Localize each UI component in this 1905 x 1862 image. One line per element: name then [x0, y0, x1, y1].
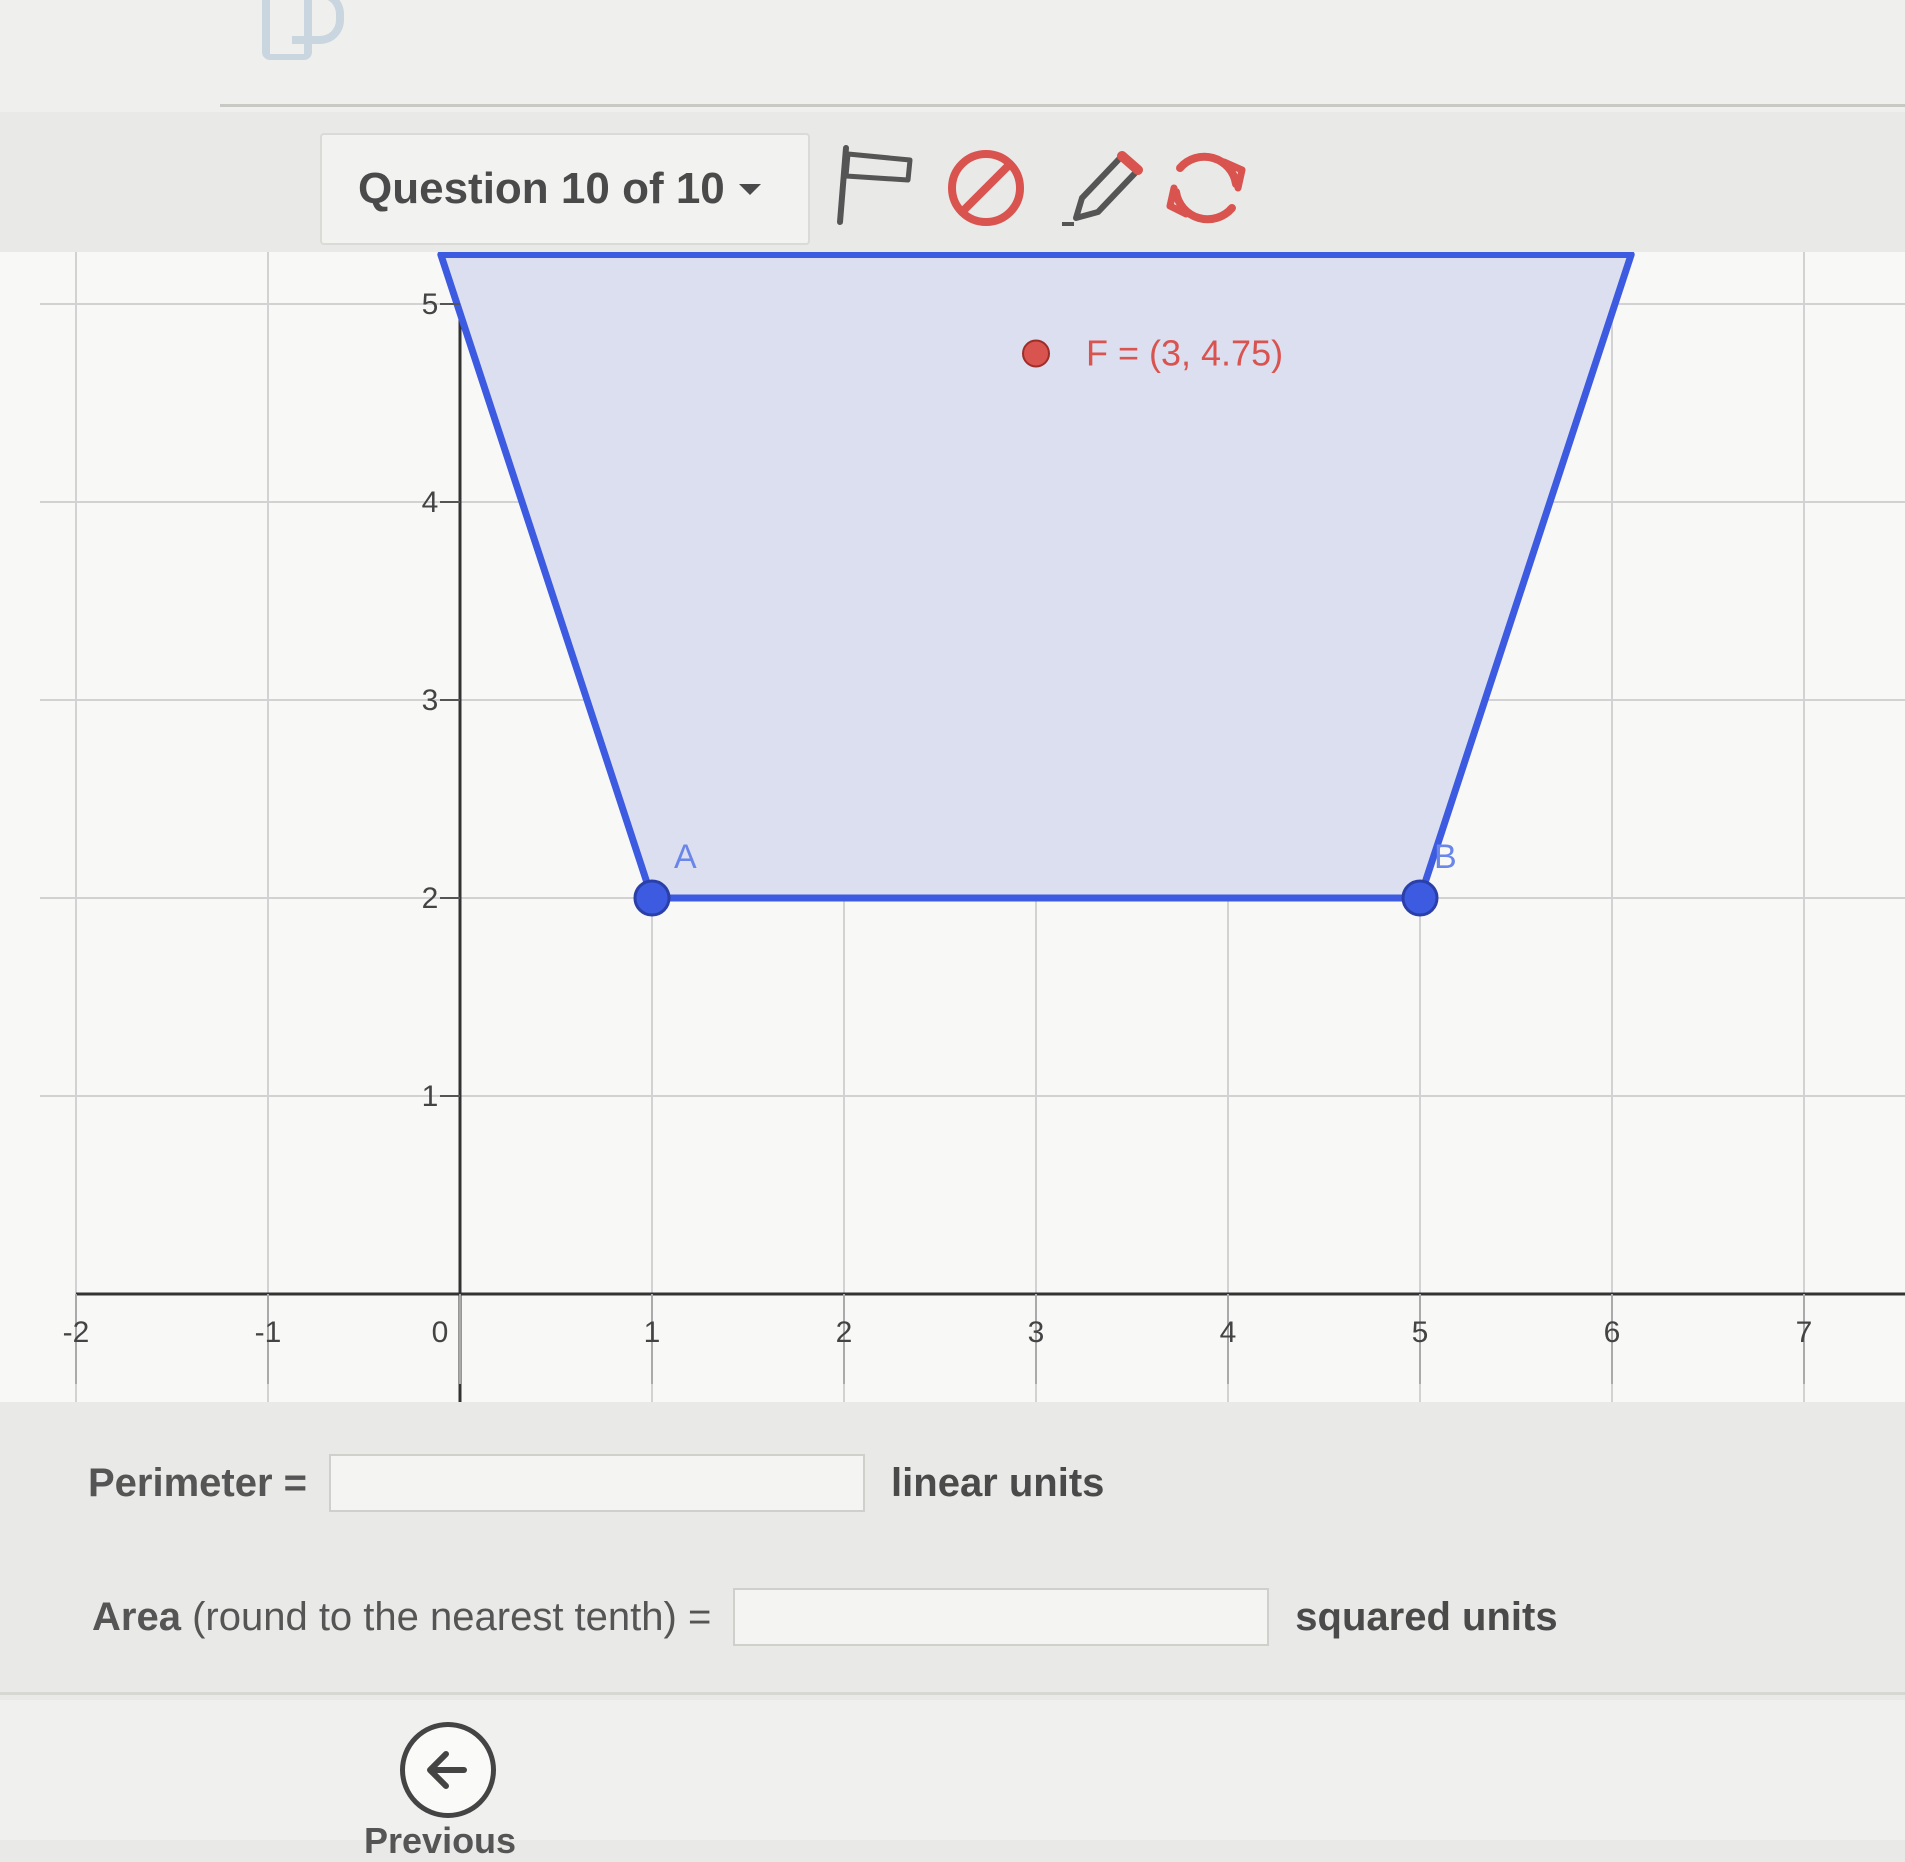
question-selector-label: Question 10 of 10 — [358, 164, 725, 213]
perimeter-input[interactable] — [329, 1454, 866, 1512]
x-tick-label: 6 — [1604, 1316, 1621, 1349]
point-a[interactable] — [633, 879, 671, 917]
x-tick-label: 5 — [1412, 1316, 1429, 1349]
area-unit: squared units — [1295, 1594, 1558, 1639]
chevron-down-icon — [738, 183, 761, 195]
footer-divider — [0, 1692, 1905, 1695]
x-tick-label: 0 — [432, 1316, 449, 1349]
reload-icon[interactable] — [1158, 140, 1254, 236]
perimeter-label: Perimeter = — [88, 1460, 308, 1505]
question-selector[interactable]: Question 10 of 10 — [320, 133, 810, 245]
perimeter-row: Perimeter = linear units — [88, 1454, 1104, 1512]
y-tick-label: 2 — [422, 882, 439, 915]
x-tick-label: 3 — [1028, 1316, 1045, 1349]
area-label-note: (round to the nearest tenth) = — [192, 1594, 712, 1639]
area-row: Area (round to the nearest tenth) = squa… — [92, 1588, 1558, 1646]
x-tick-label: -2 — [63, 1316, 90, 1349]
point-b-label: B — [1434, 838, 1457, 876]
x-tick-label: 7 — [1796, 1316, 1813, 1349]
flag-icon[interactable] — [832, 140, 928, 236]
footer — [0, 1700, 1905, 1840]
area-label-main: Area — [92, 1594, 181, 1639]
header-divider — [220, 104, 1905, 107]
area-label: Area (round to the nearest tenth) = — [92, 1595, 711, 1640]
y-tick-label: 1 — [422, 1080, 439, 1113]
logo-icon — [262, 0, 344, 60]
perimeter-unit: linear units — [891, 1460, 1105, 1505]
x-tick-label: 2 — [836, 1316, 853, 1349]
arrow-left-icon — [427, 1751, 467, 1789]
y-tick-label: 3 — [422, 684, 439, 717]
y-tick-label: 5 — [422, 288, 439, 321]
point-f-label: F = (3, 4.75) — [1086, 333, 1283, 374]
pencil-icon[interactable] — [1054, 140, 1150, 236]
y-tick-label: 4 — [422, 486, 439, 519]
x-tick-label: 4 — [1220, 1316, 1237, 1349]
coordinate-graph[interactable]: -2 -1 0 1 2 3 4 5 6 7 1 2 3 4 5 A B F = (3, 4.75) — [0, 252, 1905, 1402]
point-f[interactable] — [1022, 339, 1050, 368]
previous-button[interactable] — [400, 1722, 496, 1818]
area-input[interactable] — [733, 1588, 1270, 1646]
x-tick-label: -1 — [255, 1316, 282, 1349]
previous-label: Previous — [364, 1820, 517, 1861]
page-header — [0, 0, 1905, 112]
point-a-label: A — [674, 838, 697, 876]
x-tick-label: 1 — [644, 1316, 661, 1349]
eliminate-icon[interactable] — [938, 140, 1034, 236]
point-b[interactable] — [1401, 879, 1439, 917]
